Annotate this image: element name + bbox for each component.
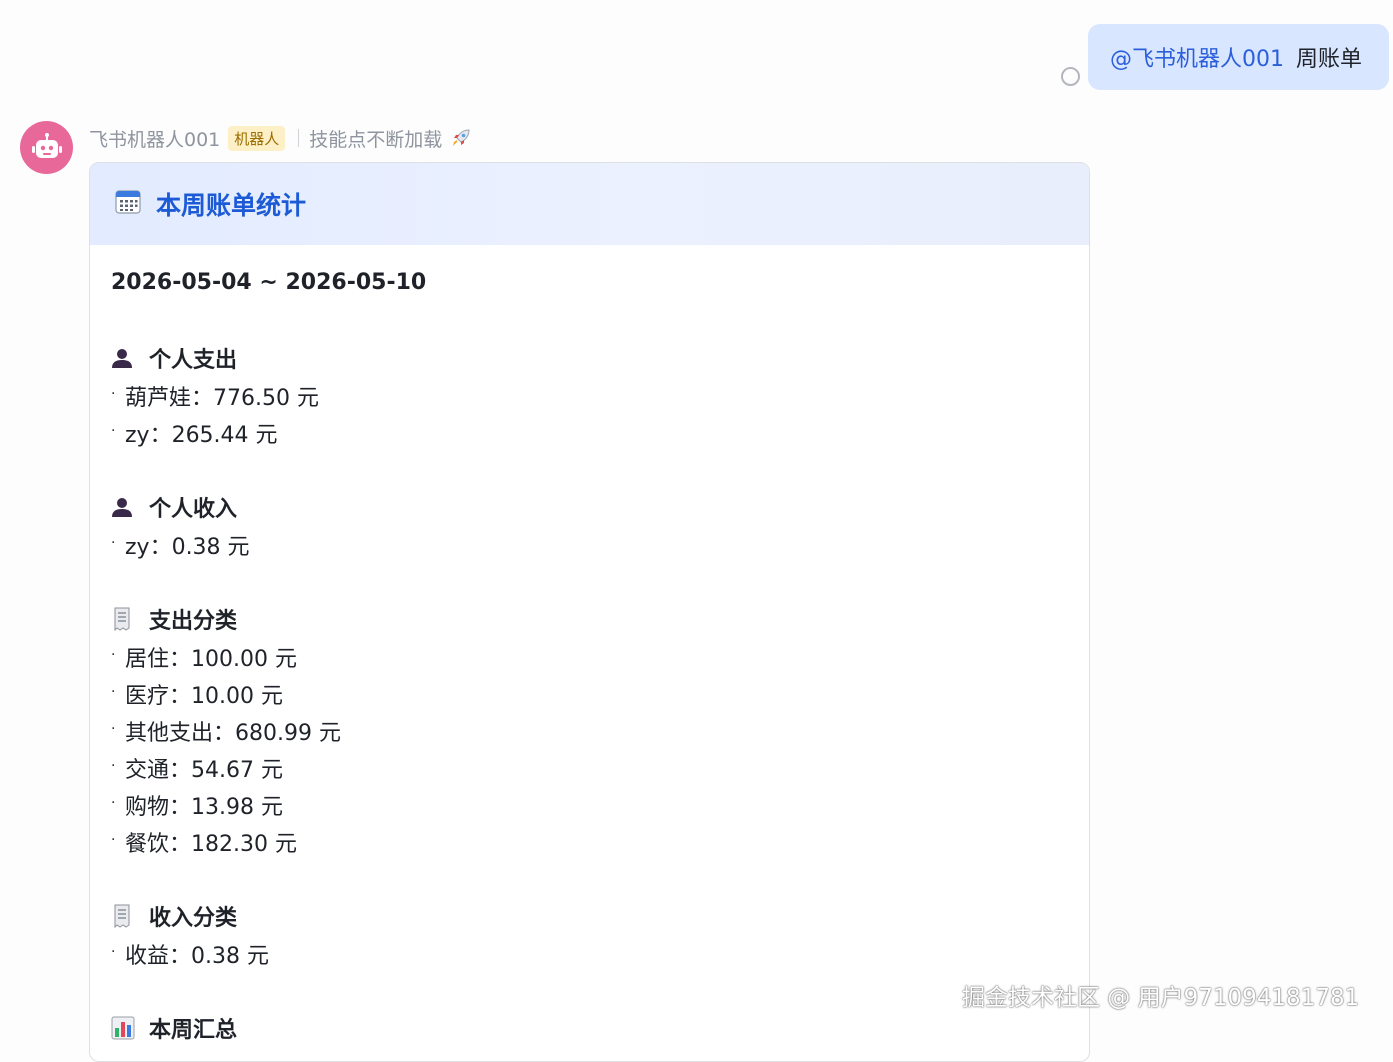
calendar-icon [114, 188, 142, 220]
section-title: 收入分类 [149, 906, 238, 931]
watermark: 掘金技术社区 @ 用户971094181781 [962, 985, 1360, 1011]
list-item: · 其他支出：680.99 元 [111, 721, 341, 746]
read-status-icon [1061, 67, 1080, 86]
card-header: 本周账单统计 [90, 163, 1089, 245]
person-icon [111, 494, 139, 520]
receipt-icon [111, 903, 139, 929]
mention-link[interactable]: @飞书机器人001 [1110, 41, 1284, 73]
list-item: · 居住：100.00 元 [111, 647, 297, 672]
bot-badge: 机器人 [228, 125, 286, 151]
robot-icon [31, 132, 62, 158]
list-item: · 购物：13.98 元 [111, 795, 283, 820]
list-item: · 医疗：10.00 元 [111, 684, 283, 709]
list-item: · 餐饮：182.30 元 [111, 832, 297, 857]
date-range: 2026-05-04 ~ 2026-05-10 [111, 270, 427, 295]
receipt-icon [111, 606, 139, 632]
bill-card: 本周账单统计 2026-05-04 ~ 2026-05-10 个人支出 · 葫芦娃… [89, 162, 1090, 1062]
outgoing-message-bubble[interactable]: @飞书机器人001 周账单 [1088, 24, 1389, 90]
section-income-category: 收入分类 · 收益：0.38 元 [111, 901, 1089, 975]
person-icon [111, 345, 139, 371]
bot-avatar[interactable] [20, 121, 73, 174]
list-item: · zy：0.38 元 [111, 535, 250, 560]
bar-chart-icon [111, 1015, 139, 1041]
section-title: 个人支出 [149, 348, 238, 373]
rocket-icon [450, 127, 472, 149]
message-text: 周账单 [1296, 47, 1363, 72]
card-body: 2026-05-04 ~ 2026-05-10 个人支出 · 葫芦娃：776.50… [90, 245, 1089, 1043]
list-item: · 交通：54.67 元 [111, 758, 283, 783]
section-title: 本周汇总 [149, 1018, 238, 1043]
section-title: 个人收入 [149, 497, 238, 522]
list-item: · zy：265.44 元 [111, 423, 278, 448]
section-title: 支出分类 [149, 609, 238, 634]
section-expense-category: 支出分类 · 居住：100.00 元 · 医疗：10.00 元 · 其他支出：680.… [111, 604, 1089, 863]
sender-line: 飞书机器人001 机器人 技能点不断加载 [89, 123, 472, 153]
section-weekly-summary: 本周汇总 [111, 1013, 1089, 1043]
list-item: · 葫芦娃：776.50 元 [111, 386, 319, 411]
card-title: 本周账单统计 [156, 191, 307, 220]
section-personal-expense: 个人支出 · 葫芦娃：776.50 元 · zy：265.44 元 [111, 343, 1089, 454]
sender-name[interactable]: 飞书机器人001 [89, 125, 220, 152]
list-item: · 收益：0.38 元 [111, 944, 269, 969]
divider [298, 129, 300, 147]
section-personal-income: 个人收入 · zy：0.38 元 [111, 492, 1089, 566]
sender-signature: 技能点不断加载 [309, 128, 443, 151]
